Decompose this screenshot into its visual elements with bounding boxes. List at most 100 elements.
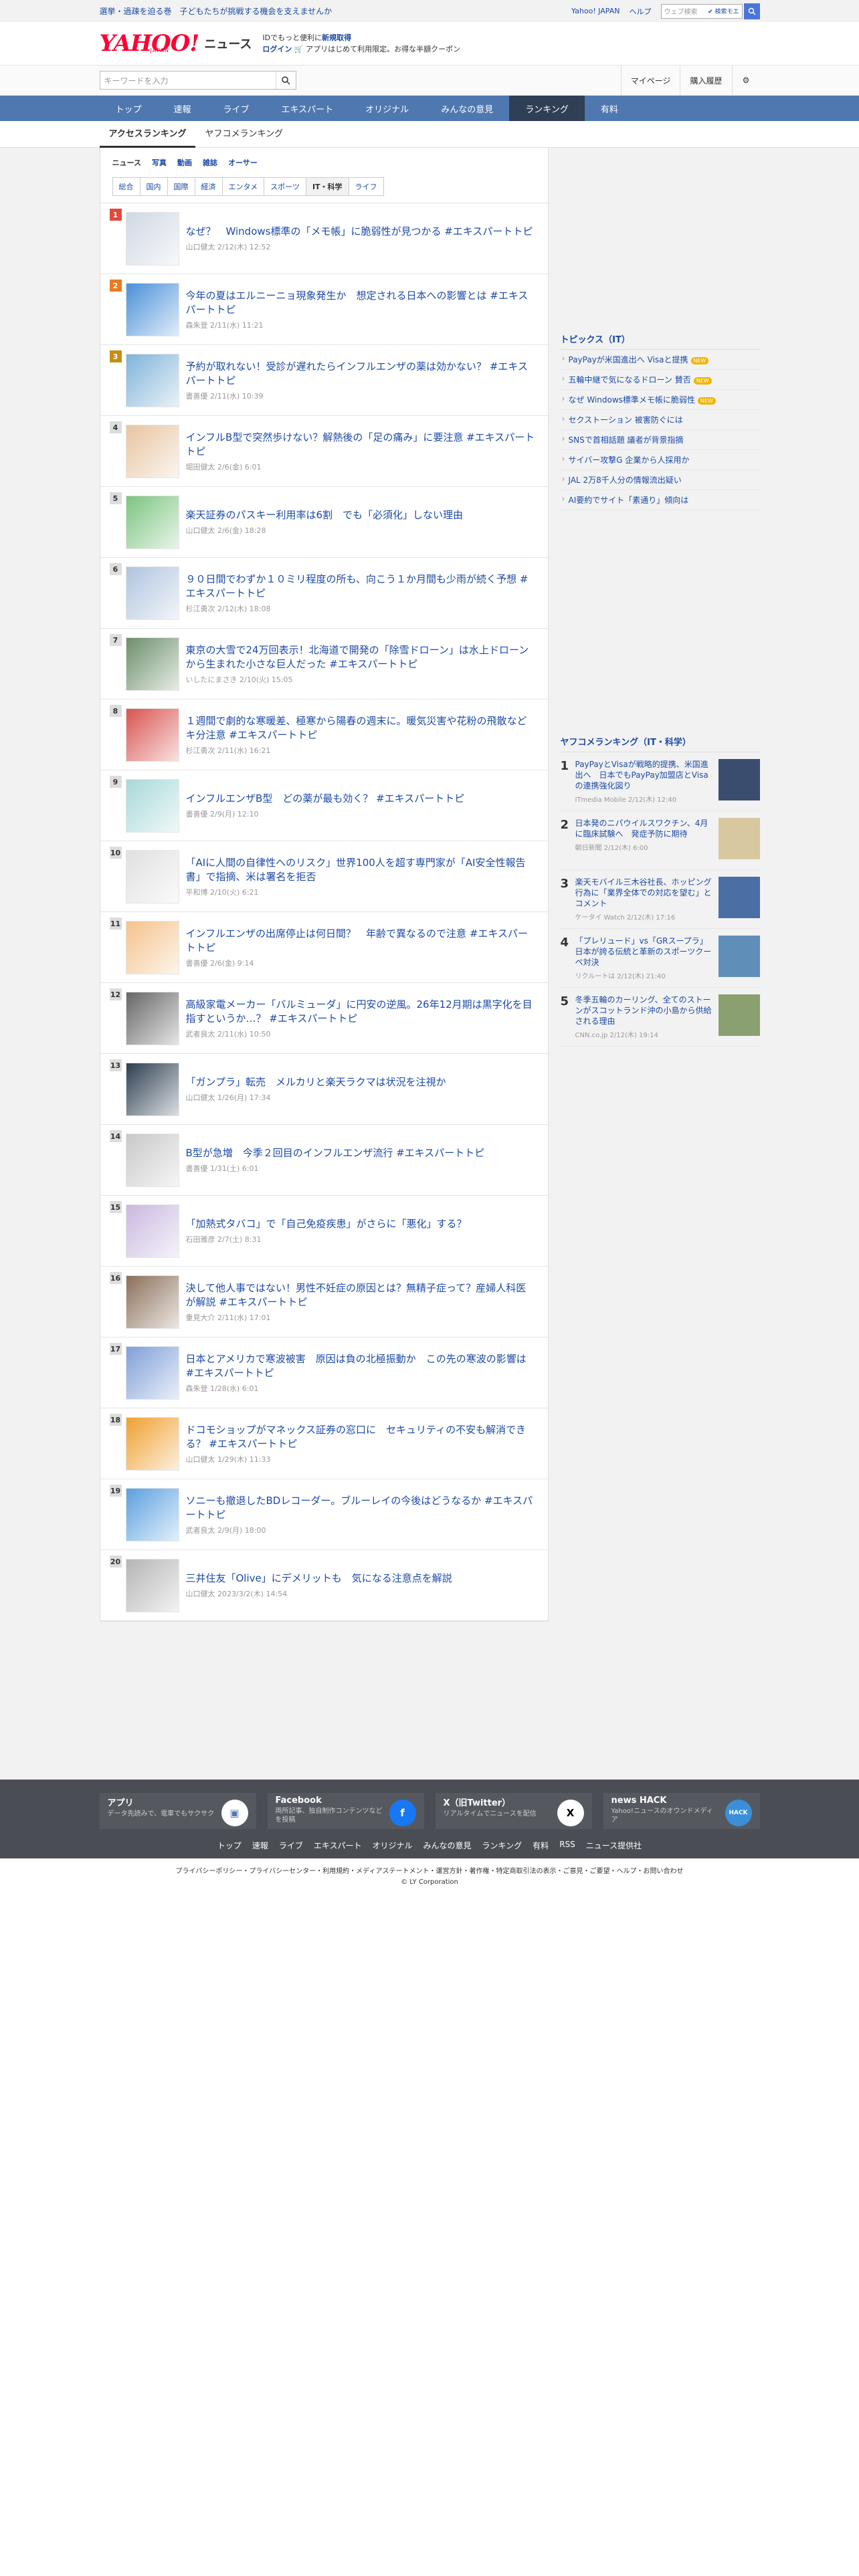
- article-title[interactable]: 日本とアメリカで寒波被害 原因は負の北極振動か この先の寒波の影響は #エキスパ…: [186, 1352, 536, 1380]
- article-title[interactable]: 「加熱式タバコ」で「自己免疫疾患」がさらに「悪化」する？: [186, 1217, 467, 1231]
- topic-item[interactable]: なぜ Windows標準メモ帳に脆弱性NEW: [560, 390, 760, 410]
- comment-rank-thumbnail[interactable]: [718, 936, 760, 977]
- article-row[interactable]: 9 インフルエンザB型 どの薬が最も効く？ #エキスパートトピ 書善優 2/9(月)…: [100, 770, 548, 841]
- article-thumbnail[interactable]: [125, 211, 179, 265]
- filter-news[interactable]: ニュース: [112, 157, 141, 168]
- article-row[interactable]: 20 三井住友「Olive」にデメリットも 気になる注意点を解説 山口健太 2023…: [100, 1550, 548, 1621]
- article-title[interactable]: 「ガンプラ」転売 メルカリと楽天ラクマは状況を注視か: [186, 1075, 446, 1089]
- comment-ranking-item[interactable]: 5 冬季五輪のカーリング、全てのストーンがスコットランド沖の小島から供給される理由…: [560, 988, 760, 1047]
- footer-nav-paid[interactable]: 有料: [533, 1840, 549, 1851]
- footer-nav-top[interactable]: トップ: [217, 1840, 242, 1851]
- web-search-button[interactable]: [743, 3, 760, 19]
- cat-life[interactable]: ライフ: [348, 177, 384, 196]
- footer-nav-original[interactable]: オリジナル: [373, 1840, 413, 1851]
- comment-rank-title[interactable]: 冬季五輪のカーリング、全てのストーンがスコットランド沖の小島から供給される理由: [575, 994, 712, 1027]
- cat-economy[interactable]: 経済: [194, 177, 223, 196]
- article-title[interactable]: インフルB型で突然歩けない？解熱後の「足の痛み」に要注意 #エキスパートトピ: [186, 431, 536, 459]
- nav-expert[interactable]: エキスパート: [266, 96, 350, 121]
- register-link[interactable]: 新規取得: [322, 33, 351, 42]
- article-row[interactable]: 19 ソニーも撤退したBDレコーダー。ブルーレイの今後はどうなるか #エキスパート…: [100, 1479, 548, 1550]
- cat-entertainment[interactable]: エンタメ: [221, 177, 265, 196]
- footer-nav-providers[interactable]: ニュース提供社: [586, 1840, 642, 1851]
- article-row[interactable]: 14 B型が急増 今季２回目のインフルエンザ流行 #エキスパートトピ 書善優 1/3…: [100, 1125, 548, 1196]
- comment-rank-title[interactable]: 「プレリュード」vs「GRスープラ」日本が誇る伝統と革新のスポーツクーペ対決: [575, 936, 712, 968]
- filter-video[interactable]: 動画: [177, 157, 192, 168]
- article-thumbnail[interactable]: [125, 353, 179, 407]
- nav-ranking[interactable]: ランキング: [509, 96, 585, 121]
- article-thumbnail[interactable]: [125, 1416, 179, 1471]
- article-row[interactable]: 3 予約が取れない！受診が遅れたらインフルエンザの薬は効かない？ #エキスパートト…: [100, 345, 548, 416]
- cat-domestic[interactable]: 国内: [139, 177, 168, 196]
- article-thumbnail[interactable]: [125, 1487, 179, 1541]
- campaign-link[interactable]: 選挙・過疎を迫る巻 子どもたちが挑戦する機会を支えませんか: [100, 5, 332, 17]
- topic-item[interactable]: PayPayが米国進出へ Visaと提携NEW: [560, 350, 760, 370]
- article-row[interactable]: 1 なぜ？ Windows標準の「メモ帳」に脆弱性が見つかる #エキスパートトピ山…: [100, 203, 548, 274]
- cat-sports[interactable]: スポーツ: [264, 177, 306, 196]
- article-title[interactable]: 決して他人事ではない！男性不妊症の原因とは？無精子症って？産婦人科医が解説 #エ…: [186, 1281, 536, 1309]
- article-title[interactable]: １週間で劇的な寒暖差、極寒から陽春の週末に。暖気災害や花粉の飛散などキ分注意 #…: [186, 714, 536, 742]
- keyword-search-input[interactable]: キーワードを入力: [99, 71, 296, 90]
- comment-rank-thumbnail[interactable]: [718, 818, 760, 859]
- comment-ranking-item[interactable]: 3 楽天モバイル三木谷社長、ホッピング行為に「業界全体での対応を望む」とコメントケ…: [560, 870, 760, 929]
- facebook-promo[interactable]: Facebook 両所記事、独自制作コンテンツなどを投稿 f: [267, 1793, 424, 1829]
- comment-rank-thumbnail[interactable]: [718, 759, 760, 800]
- yahoo-japan-link[interactable]: Yahoo! JAPAN: [571, 7, 620, 15]
- article-thumbnail[interactable]: [125, 637, 179, 691]
- footer-nav-ranking[interactable]: ランキング: [482, 1840, 522, 1851]
- news-logo[interactable]: ニュース: [204, 35, 252, 52]
- article-thumbnail[interactable]: [125, 1558, 179, 1612]
- web-search-input[interactable]: ウェブ検索 ✔ 検索モエ: [660, 3, 743, 19]
- comment-ranking-item[interactable]: 4 「プレリュード」vs「GRスープラ」日本が誇る伝統と革新のスポーツクーペ対決リ…: [560, 929, 760, 988]
- article-title[interactable]: インフルエンザB型 どの薬が最も効く？ #エキスパートトピ: [186, 792, 465, 806]
- article-title[interactable]: B型が急増 今季２回目のインフルエンザ流行 #エキスパートトピ: [186, 1146, 485, 1160]
- article-row[interactable]: 18 ドコモショップがマネックス証券の窓口に セキュリティの不安も解消できる？ #…: [100, 1408, 548, 1479]
- comment-rank-thumbnail[interactable]: [718, 994, 760, 1036]
- article-thumbnail[interactable]: [125, 566, 179, 620]
- login-link[interactable]: ログイン: [262, 45, 292, 53]
- tab-access-ranking[interactable]: アクセスランキング: [99, 121, 196, 148]
- article-row[interactable]: 11 インフルエンザの出席停止は何日間？ 年齢で異なるので注意 #エキスパートトピ…: [100, 912, 548, 983]
- topic-item[interactable]: AI要約でサイト「素通り」傾向は: [560, 490, 760, 510]
- article-title[interactable]: なぜ？ Windows標準の「メモ帳」に脆弱性が見つかる #エキスパートトピ: [186, 225, 533, 239]
- article-row[interactable]: 15 「加熱式タバコ」で「自己免疫疾患」がさらに「悪化」する？ 石田雅彦 2/7(土…: [100, 1196, 548, 1267]
- topic-item[interactable]: SNSで首相話題 議者が背景指摘: [560, 430, 760, 450]
- footer-nav-opinion[interactable]: みんなの意見: [423, 1840, 472, 1851]
- article-thumbnail[interactable]: [125, 424, 179, 478]
- article-row[interactable]: 10 「AIに人間の自律性へのリスク」世界100人を超す専門家が「AI安全性報告書…: [100, 841, 548, 912]
- x-promo[interactable]: X（旧Twitter） リアルタイムでニュースを配信 X: [435, 1793, 592, 1829]
- filter-magazine[interactable]: 雑誌: [203, 157, 217, 168]
- comment-rank-title[interactable]: 日本発のニパウイルスワクチン、4月に臨床試験へ 発症予防に期待: [575, 818, 712, 839]
- article-row[interactable]: 17 日本とアメリカで寒波被害 原因は負の北極振動か この先の寒波の影響は #エキ…: [100, 1337, 548, 1408]
- article-thumbnail[interactable]: [125, 708, 179, 762]
- article-title[interactable]: ソニーも撤退したBDレコーダー。ブルーレイの今後はどうなるか #エキスパートトピ: [186, 1494, 536, 1522]
- article-title[interactable]: 東京の大雪で24万回表示！北海道で開発の「除雪ドローン」は水上ドローンから生まれ…: [186, 643, 536, 671]
- article-title[interactable]: 「AIに人間の自律性へのリスク」世界100人を超す専門家が「AI安全性報告書」で…: [186, 856, 536, 884]
- nav-top[interactable]: トップ: [100, 96, 158, 121]
- nav-original[interactable]: オリジナル: [349, 96, 425, 121]
- article-title[interactable]: 今年の夏はエルニーニョ現象発生か 想定される日本への影響とは #エキスパートトピ: [186, 289, 536, 317]
- yahoo-logo[interactable]: YAHOO!: [100, 32, 200, 55]
- app-promo[interactable]: アプリ データ先読みで、電車でもサクサク ▣: [99, 1793, 256, 1829]
- topic-item[interactable]: セクストーション 被害防ぐには: [560, 410, 760, 430]
- article-row[interactable]: 12 高級家電メーカー「バルミューダ」に円安の逆風。26年12月期は黒字化を目指す…: [100, 983, 548, 1054]
- comment-rank-thumbnail[interactable]: [718, 877, 760, 918]
- footer-nav-rss[interactable]: RSS: [559, 1840, 575, 1851]
- topic-item[interactable]: JAL 2万8千人分の情報流出疑い: [560, 470, 760, 490]
- article-thumbnail[interactable]: [125, 778, 179, 833]
- footer-nav-breaking[interactable]: 速報: [252, 1840, 268, 1851]
- article-row[interactable]: 8 １週間で劇的な寒暖差、極寒から陽春の週末に。暖気災害や花粉の飛散などキ分注意 …: [100, 700, 548, 770]
- article-thumbnail[interactable]: [125, 1133, 179, 1187]
- article-row[interactable]: 6 ９０日間でわずか１０ミリ程度の所も、向こう１か月間も少雨が続く予想 #エキスパ…: [100, 558, 548, 629]
- filter-photo[interactable]: 写真: [152, 157, 167, 168]
- article-thumbnail[interactable]: [125, 849, 179, 903]
- gear-icon[interactable]: ⚙: [731, 66, 760, 95]
- article-thumbnail[interactable]: [125, 282, 179, 336]
- article-thumbnail[interactable]: [125, 1062, 179, 1116]
- nav-opinion[interactable]: みんなの意見: [425, 96, 509, 121]
- newshack-promo[interactable]: news HACK Yahoo!ニュースのオウンドメディア HACK: [603, 1793, 760, 1829]
- article-row[interactable]: 2 今年の夏はエルニーニョ現象発生か 想定される日本への影響とは #エキスパートト…: [100, 274, 548, 345]
- article-thumbnail[interactable]: [125, 495, 179, 549]
- article-row[interactable]: 16 決して他人事ではない！男性不妊症の原因とは？無精子症って？産婦人科医が解説 …: [100, 1267, 548, 1337]
- nav-live[interactable]: ライブ: [207, 96, 266, 121]
- filter-author[interactable]: オーサー: [228, 157, 258, 168]
